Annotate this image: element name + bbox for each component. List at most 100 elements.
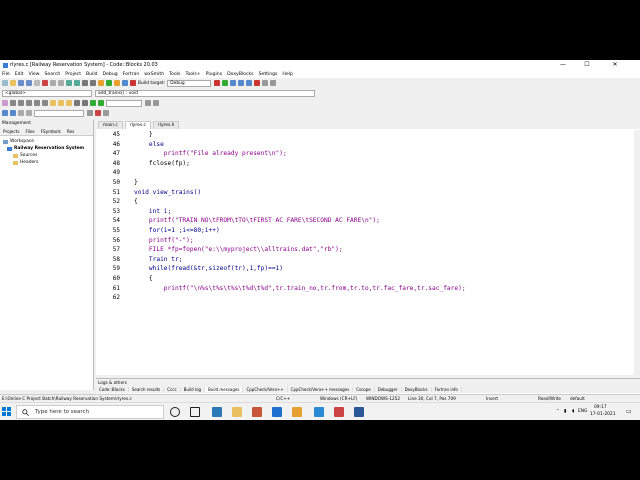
code-line[interactable]: 58 Train tr; <box>96 255 634 265</box>
uncomment-icon[interactable] <box>18 100 24 106</box>
tab-main-c[interactable]: main.c <box>98 121 123 129</box>
tray-chevron-icon[interactable]: ⌃ <box>556 409 560 414</box>
fold-margin[interactable] <box>126 188 134 198</box>
menu-wxsmith[interactable]: wxSmith <box>144 72 164 77</box>
edge-icon[interactable] <box>212 407 222 417</box>
cut-icon[interactable] <box>42 80 48 86</box>
fold-margin[interactable] <box>126 236 134 246</box>
debug-info-icon[interactable] <box>270 80 277 86</box>
word-icon[interactable] <box>354 407 364 417</box>
stream-comment-icon[interactable] <box>34 100 40 106</box>
tree-item-sources[interactable]: Sources <box>3 152 93 159</box>
jump-options-icon[interactable] <box>103 110 109 116</box>
menu-search[interactable]: Search <box>45 72 61 77</box>
fold-margin[interactable] <box>126 264 134 274</box>
box-comment-icon[interactable] <box>42 100 48 106</box>
jump-input[interactable] <box>34 109 84 117</box>
fold-margin[interactable] <box>126 130 134 140</box>
tab-doxyblocks[interactable]: DoxyBlocks <box>402 387 432 392</box>
tab-resources[interactable]: Res <box>64 129 77 134</box>
code-line[interactable]: 47 printf("File already present\n"); <box>96 149 634 159</box>
tab-codeblocks-log[interactable]: Code::Blocks <box>96 387 129 392</box>
redo-icon[interactable] <box>74 80 80 86</box>
tree-item-headers[interactable]: Headers <box>3 159 93 166</box>
step-into-icon[interactable] <box>238 80 245 86</box>
fold-margin[interactable] <box>126 149 134 159</box>
menu-build[interactable]: Build <box>86 72 98 77</box>
menu-edit[interactable]: Edit <box>15 72 24 77</box>
stop-debug-icon[interactable] <box>254 80 261 86</box>
comment-icon[interactable] <box>10 100 16 106</box>
fold-margin[interactable] <box>126 216 134 226</box>
cortana-icon[interactable] <box>170 407 180 417</box>
app-icon[interactable] <box>314 407 324 417</box>
debug-icon[interactable] <box>214 80 221 86</box>
tree-item-workspace[interactable]: Workspace <box>3 138 93 145</box>
back-icon[interactable] <box>90 100 96 106</box>
code-line[interactable]: 53 int i; <box>96 207 634 217</box>
build-target-select[interactable]: Debug <box>167 79 212 87</box>
code-line[interactable]: 57 FILE *fp=fopen("e:\\myproject\\alltra… <box>96 245 634 255</box>
store-icon[interactable] <box>252 407 262 417</box>
editor-scrollbar[interactable] <box>634 130 640 375</box>
task-view-icon[interactable] <box>190 407 200 417</box>
highlight-icon[interactable] <box>2 100 8 106</box>
menu-debug[interactable]: Debug <box>103 72 118 77</box>
code-line[interactable]: 60 { <box>96 274 634 284</box>
menu-view[interactable]: View <box>29 72 40 77</box>
code-line[interactable]: 54 printf("TRAIN NO\tFROM\tTO\tFIRST AC … <box>96 216 634 226</box>
code-line[interactable]: 59 while(fread(&tr,sizeof(tr),1,fp)==1) <box>96 264 634 274</box>
file-explorer-icon[interactable] <box>232 407 242 417</box>
fold-margin[interactable] <box>126 274 134 284</box>
maximize-button[interactable]: ☐ <box>576 60 598 70</box>
tab-rlyres-h[interactable]: rlyres.h <box>152 121 180 129</box>
step-over-icon[interactable] <box>230 80 237 86</box>
open-file-icon[interactable] <box>10 80 16 86</box>
code-line[interactable]: 50} <box>96 178 634 188</box>
clock-date[interactable]: 17-01-2021 <box>590 412 616 417</box>
prev-bookmark-icon[interactable] <box>58 100 64 106</box>
save-all-icon[interactable] <box>26 80 32 86</box>
print-icon[interactable] <box>34 80 40 86</box>
function-select[interactable]: add_trains() : void <box>95 89 315 97</box>
abort-icon[interactable] <box>130 80 136 86</box>
next-bookmark-icon[interactable] <box>66 100 72 106</box>
code-line[interactable]: 56 printf("-"); <box>96 236 634 246</box>
clock-time[interactable]: 09:17 <box>594 405 607 410</box>
tab-cscope[interactable]: Cscope <box>353 387 375 392</box>
jump-forward-icon[interactable] <box>10 110 16 116</box>
fold-margin[interactable] <box>126 226 134 236</box>
zoom-out-icon[interactable] <box>82 100 88 106</box>
undo-icon[interactable] <box>66 80 72 86</box>
language-indicator[interactable]: ENG <box>578 409 587 414</box>
zoom-in-icon[interactable] <box>74 100 80 106</box>
forward-icon[interactable] <box>98 100 104 106</box>
minimize-button[interactable]: — <box>552 60 574 70</box>
code-line[interactable]: 52 { <box>96 197 634 207</box>
tab-fortran-info[interactable]: Fortran info <box>432 387 462 392</box>
tab-projects[interactable]: Projects <box>0 129 23 134</box>
scope-select[interactable]: <global> <box>2 89 92 97</box>
volume-icon[interactable]: ◖ <box>572 409 574 414</box>
fold-margin[interactable] <box>126 159 134 169</box>
fold-margin[interactable] <box>126 168 134 178</box>
menu-settings[interactable]: Settings <box>259 72 278 77</box>
fold-margin[interactable] <box>126 140 134 150</box>
tab-build-messages[interactable]: Build messages <box>205 387 244 392</box>
build-icon[interactable] <box>98 80 104 86</box>
toggle-comment-icon[interactable] <box>26 100 32 106</box>
step-out-icon[interactable] <box>246 80 253 86</box>
macro-icon[interactable] <box>26 110 32 116</box>
tab-search-results[interactable]: Search results <box>129 387 165 392</box>
paste-icon[interactable] <box>58 80 64 86</box>
code-line[interactable]: 48 fclose(fp); <box>96 159 634 169</box>
code-line[interactable]: 51 void view_trains() <box>96 188 634 198</box>
copy-icon[interactable] <box>50 80 56 86</box>
windows-start-icon[interactable] <box>2 407 11 416</box>
tab-fsymbols[interactable]: FSymbols <box>38 129 64 134</box>
tab-build-log[interactable]: Build log <box>181 387 206 392</box>
codeblocks-taskbar-icon[interactable] <box>292 407 302 417</box>
menu-file[interactable]: File <box>2 72 10 77</box>
fold-margin[interactable] <box>126 284 134 294</box>
menu-fortran[interactable]: Fortran <box>123 72 140 77</box>
